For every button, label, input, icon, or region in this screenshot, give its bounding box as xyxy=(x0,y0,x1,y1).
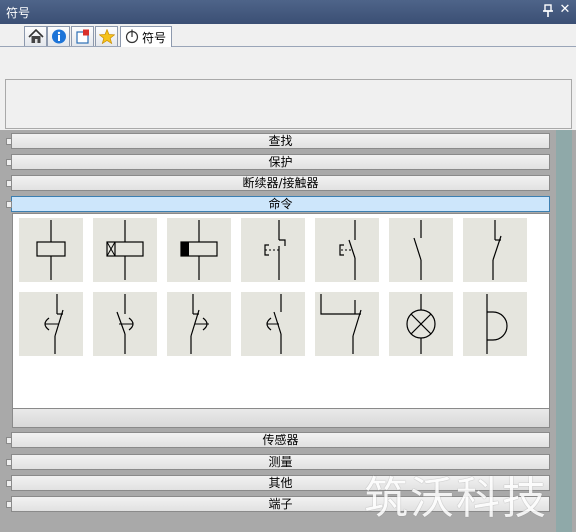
expand-handle-icon xyxy=(6,459,12,466)
expand-handle-icon xyxy=(6,501,12,508)
category-measure-label: 测量 xyxy=(268,455,293,469)
stay-put-switch-symbol[interactable] xyxy=(315,292,379,356)
category-relay[interactable]: 断续器/接触器 xyxy=(6,175,550,191)
switch-nc-symbol[interactable] xyxy=(463,218,527,282)
watermark: 筑沃科技 xyxy=(364,473,548,524)
pin-icon[interactable] xyxy=(541,3,555,19)
category-terminal-label: 端子 xyxy=(268,497,293,511)
expand-handle-icon xyxy=(6,201,12,208)
panel-title: 符号 xyxy=(6,6,31,20)
category-command[interactable]: 命令 xyxy=(6,196,550,212)
symbol-gallery xyxy=(12,213,550,428)
category-command-label: 命令 xyxy=(268,197,293,211)
home-icon xyxy=(28,29,44,43)
tab-strip: 符号 xyxy=(0,24,576,47)
vertical-scrollbar[interactable] xyxy=(556,130,572,532)
expand-handle-icon xyxy=(6,138,12,145)
contact-arrow-left-alt-symbol[interactable] xyxy=(241,292,305,356)
buzzer-symbol[interactable] xyxy=(463,292,527,356)
symbol-preview-area xyxy=(5,79,572,129)
coil-x-symbol[interactable] xyxy=(93,218,157,282)
panel-title-bar: 符号 ✕ xyxy=(0,0,576,24)
info-icon xyxy=(52,29,66,44)
category-other-label: 其他 xyxy=(268,476,293,490)
contact-arrow-right-symbol[interactable] xyxy=(93,292,157,356)
lamp-symbol[interactable] xyxy=(389,292,453,356)
category-relay-label: 断续器/接触器 xyxy=(242,176,319,190)
switch-no-symbol[interactable] xyxy=(389,218,453,282)
expand-handle-icon xyxy=(6,180,12,187)
category-protection-label: 保护 xyxy=(268,155,293,169)
close-icon[interactable]: ✕ xyxy=(558,2,572,18)
tab-favorites[interactable] xyxy=(95,26,118,46)
category-sensor-label: 传感器 xyxy=(262,433,299,447)
gallery-footer xyxy=(12,408,550,428)
expand-handle-icon xyxy=(6,159,12,166)
category-protection[interactable]: 保护 xyxy=(6,154,550,170)
pushbutton-no-symbol[interactable] xyxy=(315,218,379,282)
category-search[interactable]: 查找 xyxy=(6,133,550,149)
category-search-label: 查找 xyxy=(268,134,293,148)
tab-symbols-label: 符号 xyxy=(142,31,167,45)
tab-home[interactable] xyxy=(24,26,47,46)
category-sensor[interactable]: 传感器 xyxy=(6,432,550,448)
coil-symbol[interactable] xyxy=(19,218,83,282)
contact-arrow-right-nc-symbol[interactable] xyxy=(167,292,231,356)
tab-bookmark[interactable] xyxy=(71,26,94,46)
star-icon xyxy=(99,29,115,44)
symbol-icon xyxy=(125,29,139,44)
expand-handle-icon xyxy=(6,480,12,487)
tab-symbols[interactable]: 符号 xyxy=(120,26,172,47)
tab-info[interactable] xyxy=(47,26,70,46)
coil-filled-symbol[interactable] xyxy=(167,218,231,282)
expand-handle-icon xyxy=(6,437,12,444)
bookmark-icon xyxy=(76,29,89,44)
contact-arrow-left-symbol[interactable] xyxy=(19,292,83,356)
pushbutton-symbol[interactable] xyxy=(241,218,305,282)
